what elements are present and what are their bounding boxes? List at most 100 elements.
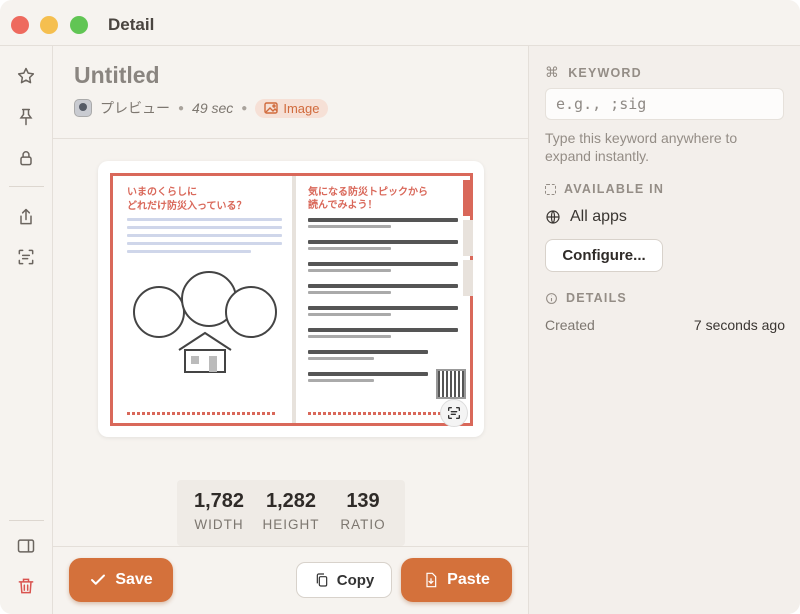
- delete-button[interactable]: [12, 572, 40, 600]
- created-label: Created: [545, 317, 595, 333]
- text-scan-icon: [18, 249, 34, 265]
- paste-label: Paste: [447, 571, 490, 588]
- image-preview[interactable]: いまのくらしに どれだけ防災入っている？ 気になる防災トピックから 読んでみよう…: [98, 161, 484, 437]
- close-window-button[interactable]: [11, 16, 29, 34]
- keyword-heading: ⌘ KEYWORD: [545, 64, 642, 81]
- created-value: 7 seconds ago: [693, 317, 785, 333]
- paste-document-icon: [426, 572, 437, 588]
- share-icon: [20, 208, 32, 225]
- ratio-label: RATIO: [340, 517, 386, 532]
- details-heading: DETAILS: [545, 291, 627, 305]
- save-button[interactable]: Save: [69, 558, 173, 602]
- book-tab: [463, 220, 473, 256]
- pin-icon: [19, 108, 33, 126]
- toolbar-divider: [9, 520, 44, 521]
- height-value: 1,282: [265, 490, 317, 512]
- book-tab: [463, 180, 473, 216]
- book-topic-line: [308, 372, 428, 382]
- book-tab: [463, 260, 473, 296]
- star-icon: [17, 67, 35, 84]
- type-badge: Image: [255, 98, 329, 118]
- available-apps: All apps: [545, 208, 627, 226]
- pin-button[interactable]: [12, 103, 40, 131]
- sidebar-icon: [17, 539, 35, 553]
- available-heading-text: AVAILABLE IN: [564, 182, 665, 196]
- width-value: 1,782: [193, 490, 245, 512]
- type-label: Image: [283, 100, 320, 116]
- content-divider: [53, 138, 528, 139]
- command-icon: ⌘: [545, 64, 561, 80]
- book-topic-line: [308, 328, 458, 338]
- info-sidebar: ⌘ KEYWORD Type this keyword anywhere to …: [528, 46, 800, 614]
- title-bar: Detail: [0, 0, 800, 46]
- book-topic-line: [308, 306, 458, 316]
- copy-label: Copy: [336, 571, 375, 589]
- keyword-heading-text: KEYWORD: [568, 65, 642, 80]
- book-border-pattern: [308, 412, 458, 415]
- source-app-name: プレビュー: [100, 100, 170, 116]
- detail-main: Untitled プレビュー ● 49 sec ● Image いまのくらしに: [53, 46, 528, 614]
- width-label: WIDTH: [194, 517, 244, 532]
- book-right-heading: 気になる防災トピックから 読んでみよう！: [308, 186, 428, 212]
- book-left-heading-line: いまのくらしに: [127, 187, 197, 198]
- details-heading-text: DETAILS: [566, 291, 627, 305]
- book-right-heading-line: 気になる防災トピックから: [308, 187, 428, 198]
- item-meta: プレビュー ● 49 sec ● Image: [74, 96, 329, 120]
- image-icon: [264, 102, 279, 114]
- keyword-input[interactable]: [545, 88, 784, 120]
- item-title[interactable]: Untitled: [74, 62, 160, 89]
- live-text-button[interactable]: [440, 399, 468, 427]
- preview-app-icon: [74, 99, 92, 117]
- minimize-window-button[interactable]: [40, 16, 58, 34]
- lock-icon: [20, 151, 32, 166]
- zoom-window-button[interactable]: [70, 16, 88, 34]
- separator-dot: ●: [241, 102, 248, 114]
- height-label: HEIGHT: [262, 517, 320, 532]
- save-label: Save: [115, 571, 153, 588]
- qr-code: [436, 369, 466, 399]
- book-topic-line: [308, 218, 458, 228]
- book-topic-line: [308, 262, 458, 272]
- dashed-square-icon: [545, 183, 556, 195]
- toolbar-divider: [9, 186, 44, 187]
- height-stat: 1,282 HEIGHT: [255, 490, 327, 532]
- item-duration: 49 sec: [192, 100, 234, 116]
- ratio-stat: 139 RATIO: [327, 490, 399, 532]
- book-right-heading-line: 読んでみよう！: [308, 200, 378, 211]
- text-recognition-button[interactable]: [12, 243, 40, 271]
- separator-dot: ●: [178, 102, 185, 114]
- book-spine: [292, 176, 296, 423]
- available-apps-value: All apps: [570, 208, 627, 225]
- trash-icon: [18, 578, 34, 594]
- detail-window: Detail Untitled プレビュー ● 49 sec ● Image い…: [0, 0, 800, 614]
- globe-icon: [546, 210, 560, 224]
- copy-icon: [316, 573, 328, 587]
- lock-button[interactable]: [12, 144, 40, 172]
- ratio-value: 139: [346, 490, 380, 512]
- book-topic-line: [308, 240, 458, 250]
- created-row: Created 7 seconds ago: [545, 317, 785, 333]
- book-spread-image: いまのくらしに どれだけ防災入っている？ 気になる防災トピックから 読んでみよう…: [110, 173, 473, 426]
- text-scan-icon: [448, 407, 460, 419]
- book-border-pattern: [127, 412, 277, 415]
- share-button[interactable]: [12, 203, 40, 231]
- footer-divider: [53, 546, 528, 547]
- width-stat: 1,782 WIDTH: [183, 490, 255, 532]
- paste-button[interactable]: Paste: [401, 558, 512, 602]
- book-left-paragraph: [127, 218, 282, 258]
- configure-button[interactable]: Configure...: [545, 239, 663, 272]
- image-dimensions: 1,782 WIDTH 1,282 HEIGHT 139 RATIO: [177, 480, 405, 546]
- toggle-sidebar-button[interactable]: [12, 532, 40, 560]
- available-in-heading: AVAILABLE IN: [545, 182, 664, 196]
- left-toolbar: [0, 46, 53, 614]
- checkmark-icon: [91, 574, 106, 585]
- book-topic-line: [308, 350, 428, 360]
- info-circle-icon: [546, 292, 557, 304]
- house-illustration: [178, 331, 232, 373]
- keyword-hint: Type this keyword anywhere to expand ins…: [545, 130, 738, 164]
- window-title: Detail: [108, 15, 155, 34]
- book-left-heading: いまのくらしに どれだけ防災入っている？: [127, 186, 247, 214]
- book-topic-line: [308, 284, 458, 294]
- copy-button[interactable]: Copy: [296, 562, 392, 598]
- favorite-button[interactable]: [12, 62, 40, 90]
